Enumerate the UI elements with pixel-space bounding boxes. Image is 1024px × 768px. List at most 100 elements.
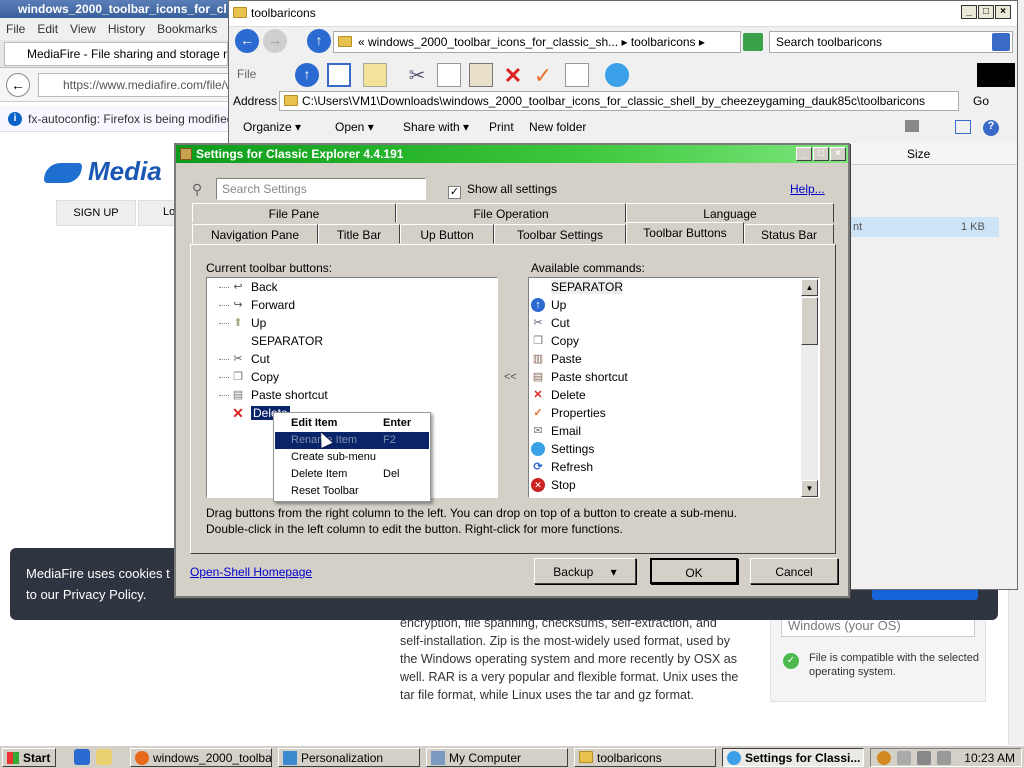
- task-my-computer[interactable]: My Computer: [426, 748, 568, 767]
- task-firefox[interactable]: windows_2000_toolba...: [130, 748, 272, 767]
- scroll-thumb[interactable]: [801, 297, 818, 345]
- help-link[interactable]: Help...: [790, 182, 825, 196]
- dialog-minimize-button[interactable]: _: [796, 147, 812, 161]
- task-toolbaricons[interactable]: toolbaricons: [574, 748, 716, 767]
- copy-icon: ❐: [533, 335, 543, 347]
- search-icon[interactable]: [992, 33, 1010, 51]
- size-column[interactable]: Size: [907, 147, 930, 161]
- scroll-down-icon[interactable]: ▼: [801, 480, 818, 497]
- dialog-close-button[interactable]: ×: [830, 147, 846, 161]
- tab-file-pane[interactable]: File Pane: [192, 203, 396, 223]
- tab-language[interactable]: Language: [626, 203, 834, 223]
- backup-button[interactable]: Backup ▾: [534, 558, 636, 584]
- tab-up-button[interactable]: Up Button: [400, 224, 494, 244]
- notepad-icon[interactable]: [96, 749, 112, 765]
- help-icon[interactable]: ?: [983, 120, 999, 136]
- views-icon[interactable]: [905, 120, 919, 132]
- folders-icon[interactable]: [327, 63, 351, 87]
- menu-item-reset[interactable]: Reset Toolbar: [275, 483, 429, 500]
- tab-file-operation[interactable]: File Operation: [396, 203, 626, 223]
- homepage-link[interactable]: Open-Shell Homepage: [190, 565, 312, 579]
- delete-icon[interactable]: ✕: [501, 63, 525, 88]
- start-button[interactable]: Start: [2, 748, 56, 767]
- share-with-button[interactable]: Share with ▾: [403, 120, 469, 134]
- file-row[interactable]: nt 1 KB: [849, 217, 999, 237]
- menu-item-delete[interactable]: Delete Item Del: [275, 466, 429, 483]
- classic-explorer-icon: [180, 148, 192, 160]
- url-bar[interactable]: https://www.mediafire.com/file/vl: [38, 73, 230, 97]
- menu-bookmarks[interactable]: Bookmarks: [157, 22, 217, 36]
- menu-history[interactable]: History: [108, 22, 145, 36]
- menu-item-rename[interactable]: Rename Item F2: [275, 432, 429, 449]
- search-tray-icon[interactable]: [877, 751, 891, 765]
- current-buttons-label: Current toolbar buttons:: [206, 261, 333, 275]
- mediafire-swirl-icon: [44, 163, 82, 184]
- address-input[interactable]: C:\Users\VM1\Downloads\windows_2000_tool…: [279, 91, 959, 111]
- clock[interactable]: 10:23 AM: [964, 751, 1015, 765]
- cut-icon[interactable]: ✂: [405, 63, 429, 87]
- dialog-maximize-button[interactable]: □: [813, 147, 829, 161]
- column-header: Size: [849, 143, 1017, 165]
- scroll-up-icon[interactable]: ▲: [801, 279, 818, 296]
- tab-toolbar-settings[interactable]: Toolbar Settings: [494, 224, 626, 244]
- mediafire-logo[interactable]: Media: [44, 156, 162, 187]
- settings-icon: [531, 442, 545, 456]
- firefox-tabbar: MediaFire - File sharing and storage mad…: [0, 40, 230, 68]
- menu-item-edit[interactable]: Edit Item Enter: [275, 415, 429, 432]
- available-commands-list[interactable]: SEPARATOR ↑ Up ✂ Cut ❐ Copy ▥ Paste ▤ Paste s…: [528, 277, 820, 498]
- show-all-settings-checkbox[interactable]: ✓ Show all settings: [448, 182, 557, 199]
- signup-button[interactable]: SIGN UP: [56, 200, 136, 226]
- maximize-button[interactable]: □: [978, 5, 994, 19]
- toolbar-up-icon[interactable]: ↑: [295, 63, 319, 87]
- paste-icon[interactable]: [469, 63, 493, 87]
- system-tray: 10:23 AM: [870, 748, 1022, 767]
- command-bar: Organize ▾ Open ▾ Share with ▾ Print New…: [229, 115, 1017, 141]
- new-folder-button[interactable]: New folder: [529, 120, 586, 134]
- settings-icon[interactable]: [605, 63, 629, 87]
- tab-title-bar[interactable]: Title Bar: [318, 224, 400, 244]
- ie-icon[interactable]: [74, 749, 90, 765]
- copy-icon[interactable]: [437, 63, 461, 87]
- minimize-button[interactable]: _: [961, 5, 977, 19]
- task-settings[interactable]: Settings for Classi...: [722, 748, 864, 767]
- email-icon: ✉: [533, 425, 543, 437]
- tab-status-bar[interactable]: Status Bar: [744, 224, 834, 244]
- tab-toolbar-buttons[interactable]: Toolbar Buttons: [626, 222, 744, 244]
- close-button[interactable]: ×: [995, 5, 1011, 19]
- task-personalization[interactable]: Personalization: [278, 748, 420, 767]
- back-arrow-icon[interactable]: ←: [235, 29, 259, 53]
- open-button[interactable]: Open ▾: [335, 120, 374, 134]
- volume-tray-icon[interactable]: [937, 751, 951, 765]
- back-button[interactable]: ←: [6, 73, 30, 97]
- print-button[interactable]: Print: [489, 120, 514, 134]
- network-tray-icon[interactable]: [917, 751, 931, 765]
- dialog-titlebar: Settings for Classic Explorer 4.4.191 _ …: [176, 145, 848, 163]
- list-scrollbar[interactable]: ▲ ▼: [801, 279, 818, 497]
- organize-button[interactable]: Organize ▾: [243, 120, 301, 134]
- settings-search-input[interactable]: Search Settings: [216, 178, 426, 200]
- menu-file[interactable]: File: [6, 22, 25, 36]
- up-arrow-icon[interactable]: ↑: [307, 29, 331, 53]
- cancel-button[interactable]: Cancel: [750, 558, 838, 584]
- menu-item-create-submenu[interactable]: Create sub-menu: [275, 449, 429, 466]
- go-button[interactable]: Go: [973, 94, 989, 108]
- forward-icon: ↪: [233, 299, 243, 311]
- refresh-icon[interactable]: [743, 33, 763, 51]
- tab-mediafire[interactable]: MediaFire - File sharing and storage mad…: [4, 42, 228, 66]
- properties-icon[interactable]: ✓: [531, 63, 555, 88]
- menu-view[interactable]: View: [70, 22, 96, 36]
- email-icon[interactable]: [565, 63, 589, 87]
- breadcrumb[interactable]: « windows_2000_toolbar_icons_for_classic…: [333, 31, 741, 53]
- settings-icon: [727, 751, 741, 765]
- folder-options-icon[interactable]: [363, 63, 387, 87]
- forward-arrow-icon[interactable]: →: [263, 29, 287, 53]
- tab-navigation-pane[interactable]: Navigation Pane: [192, 224, 318, 244]
- move-left-arrows[interactable]: <<: [504, 371, 517, 383]
- preview-pane-icon[interactable]: [955, 120, 971, 134]
- ok-button[interactable]: OK: [650, 558, 738, 584]
- flag-tray-icon[interactable]: [897, 751, 911, 765]
- menu-edit[interactable]: Edit: [37, 22, 58, 36]
- login-button[interactable]: Lo: [138, 200, 178, 226]
- file-menu[interactable]: File: [237, 67, 256, 81]
- explorer-search[interactable]: Search toolbaricons: [769, 31, 1013, 53]
